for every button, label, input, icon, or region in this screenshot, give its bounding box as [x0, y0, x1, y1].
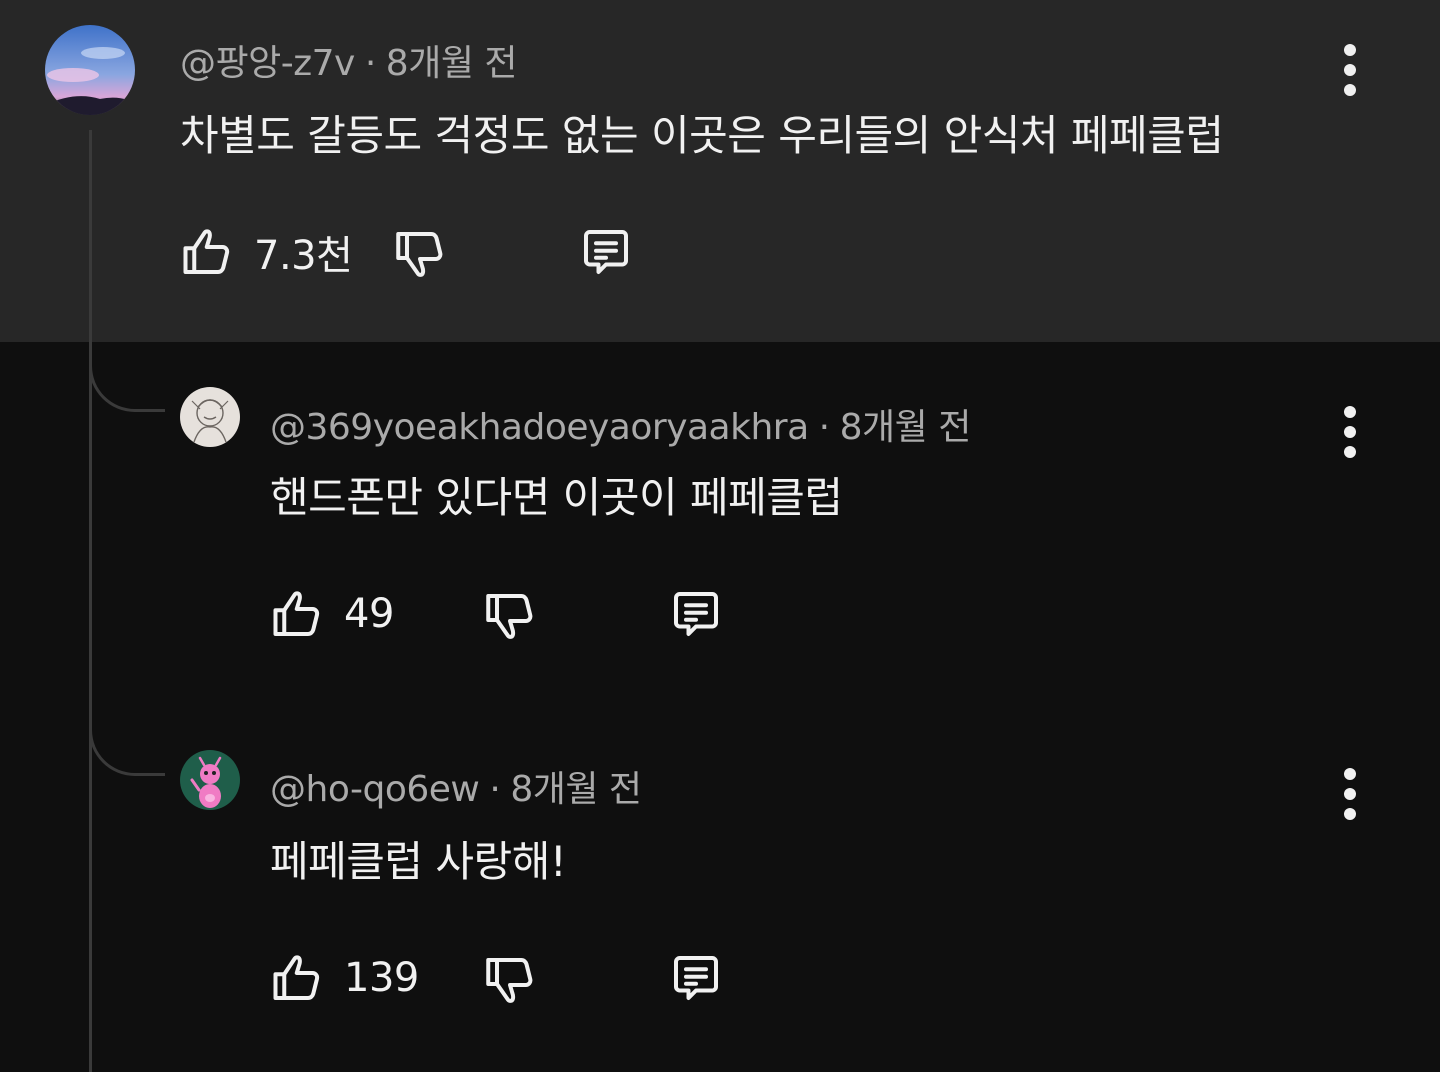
like-button[interactable]: 7.3천	[178, 222, 353, 282]
comment-meta: @팡앙-z7v · 8개월 전	[180, 34, 518, 86]
thumbs-up-icon	[273, 591, 320, 636]
thumbs-down-icon	[396, 232, 443, 277]
more-vert-icon[interactable]	[1330, 764, 1370, 824]
like-button[interactable]: 139	[268, 948, 419, 1008]
comment-author-handle[interactable]: @369yoeakhadoeyaoryaakhra	[270, 407, 809, 448]
like-button[interactable]: 49	[268, 584, 394, 644]
thumbs-up-icon	[183, 229, 230, 274]
like-count: 139	[344, 955, 419, 1001]
more-vert-icon[interactable]	[1330, 40, 1370, 100]
meta-separator: ·	[364, 43, 376, 84]
dislike-button[interactable]	[390, 224, 450, 284]
reply-button[interactable]	[666, 948, 726, 1008]
comment-meta: @ho-qo6ew · 8개월 전	[270, 760, 642, 812]
comment-text: 차별도 갈등도 걱정도 없는 이곳은 우리들의 안식처 페페클럽	[180, 111, 1224, 160]
commenter-avatar[interactable]	[180, 750, 240, 810]
dislike-button[interactable]	[480, 950, 540, 1010]
reply-button[interactable]	[666, 584, 726, 644]
more-vert-icon[interactable]	[1330, 402, 1370, 462]
comment-timestamp[interactable]: 8개월 전	[386, 43, 518, 84]
reply-comment: @369yoeakhadoeyaoryaakhra · 8개월 전 핸드폰만 있다면…	[0, 342, 1440, 706]
thumbs-down-icon	[486, 594, 533, 639]
comment-meta: @369yoeakhadoeyaoryaakhra · 8개월 전	[270, 398, 971, 450]
comment-author-handle[interactable]: @ho-qo6ew	[270, 769, 480, 810]
like-count: 49	[344, 591, 394, 637]
like-count: 7.3천	[254, 233, 353, 279]
reply-comment: @ho-qo6ew · 8개월 전 페페클럽 사랑해! 139	[0, 706, 1440, 1072]
meta-separator: ·	[489, 769, 501, 810]
top-level-comment: @팡앙-z7v · 8개월 전 차별도 갈등도 걱정도 없는 이곳은 우리들의 안식…	[0, 0, 1440, 342]
reply-comment-icon	[674, 592, 718, 636]
thumbs-up-icon	[273, 955, 320, 1000]
reply-comment-icon	[674, 956, 718, 1000]
comment-timestamp[interactable]: 8개월 전	[510, 769, 642, 810]
dislike-button[interactable]	[480, 586, 540, 646]
commenter-avatar[interactable]	[180, 387, 240, 447]
comment-text: 핸드폰만 있다면 이곳이 페페클럽	[270, 473, 843, 522]
reply-comment-icon	[584, 230, 628, 274]
commenter-avatar[interactable]	[45, 25, 135, 115]
thumbs-down-icon	[486, 958, 533, 1003]
meta-separator: ·	[818, 407, 830, 448]
comment-author-handle[interactable]: @팡앙-z7v	[180, 43, 355, 84]
comment-timestamp[interactable]: 8개월 전	[840, 407, 972, 448]
reply-button[interactable]	[576, 222, 636, 282]
comment-text: 페페클럽 사랑해!	[270, 837, 567, 886]
